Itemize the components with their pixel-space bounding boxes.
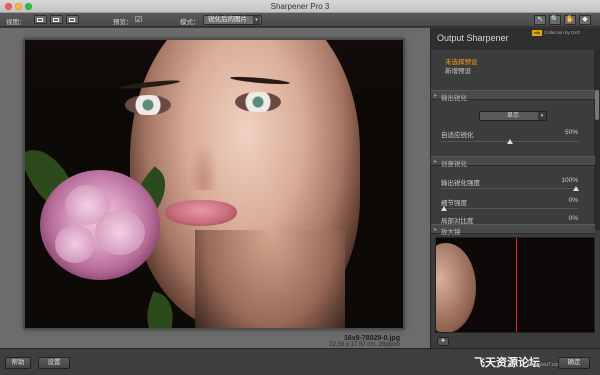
pin-icon: ✚ — [440, 338, 446, 344]
window-title: Sharpener Pro 3 — [270, 2, 330, 11]
collapse-triangle-icon: ▸ — [434, 93, 438, 99]
detail-strength-slider[interactable] — [441, 206, 579, 212]
section-output-sharpening[interactable]: ▸ 输出锐化 — [431, 90, 595, 102]
chevron-down-icon: ▾ — [538, 112, 546, 120]
watermark-url: feitianwu7.com — [528, 362, 562, 368]
ok-button[interactable]: 确定 — [558, 357, 590, 369]
section-output-label: 输出锐化 — [441, 95, 467, 102]
mode-select[interactable]: 锐化后的图片 ▾ — [203, 15, 262, 25]
mode-select-value: 锐化后的图片 — [208, 16, 247, 23]
detail-strength-value: 0% — [568, 197, 578, 204]
slider-handle[interactable] — [573, 186, 579, 191]
section-creative-sharpening[interactable]: ▸ 创意锐化 — [431, 156, 595, 168]
view-label: 视图： — [6, 19, 26, 26]
hand-tool-icon[interactable]: ✋ — [564, 15, 576, 25]
image-info: 16x9-78029-0.jpg 22.58 x 17.57 cm, 28ppc… — [329, 335, 400, 348]
view-single-button[interactable] — [34, 15, 47, 24]
panel-header: Output Sharpener nik Collection by DxO — [431, 28, 600, 50]
section-loupe[interactable]: ▸ 放大镜 — [431, 224, 595, 236]
pointer-tool-icon[interactable]: ↖ — [534, 15, 546, 25]
display-select-value: 显示 — [506, 113, 519, 119]
output-strength-slider[interactable] — [441, 186, 579, 192]
split-view-icon — [53, 18, 59, 22]
window-titlebar: Sharpener Pro 3 — [0, 0, 600, 13]
slider-handle[interactable] — [507, 139, 513, 144]
preset-new-link[interactable]: 新增预设 — [445, 65, 471, 75]
collection-label: Collection by DxO — [544, 30, 581, 35]
help-button[interactable]: 帮助 — [5, 357, 31, 369]
slider-handle[interactable] — [441, 206, 447, 211]
adaptive-sharpening-value: 50% — [564, 129, 578, 136]
preview-checkbox-icon[interactable]: ☑ — [135, 15, 144, 24]
panel-title: Output Sharpener — [437, 33, 509, 43]
panel-scrollbar[interactable] — [594, 50, 600, 230]
loupe-divider — [516, 238, 517, 332]
loupe-pin-button[interactable]: ✚ — [437, 337, 449, 346]
top-toolbar: 视图： 预览： ☑ 模式： 锐化后的图片 ▾ ↖ 🔍 ✋ ◆ — [0, 13, 600, 27]
section-creative-label: 创意锐化 — [441, 161, 467, 168]
scrollbar-thumb[interactable] — [595, 90, 599, 120]
settings-button[interactable]: 设置 — [38, 357, 70, 369]
mode-label: 模式： — [180, 19, 200, 26]
adaptive-sharpening-slider[interactable] — [441, 139, 579, 145]
local-contrast-value: 0% — [568, 215, 578, 222]
preview-image — [25, 40, 403, 328]
image-canvas[interactable]: 16x9-78029-0.jpg 22.58 x 17.57 cm, 28ppc… — [0, 28, 430, 348]
output-strength-value: 100% — [561, 177, 578, 184]
color-picker-tool-icon[interactable]: ◆ — [579, 15, 591, 25]
preview-label: 预览： — [113, 19, 133, 26]
view-split-button[interactable] — [50, 15, 63, 24]
bottom-bar: 帮助 设置 飞天资源论坛 feitianwu7.com 确定 — [0, 348, 600, 375]
image-filename: 16x9-78029-0.jpg — [343, 335, 400, 342]
view-side-by-side-button[interactable] — [66, 15, 79, 24]
section-loupe-label: 放大镜 — [441, 229, 461, 236]
side-by-side-icon — [69, 18, 75, 22]
display-select[interactable]: 显示 ▾ — [479, 111, 547, 121]
single-view-icon — [37, 18, 43, 22]
adaptive-sharpening-label: 自适应锐化 — [441, 132, 474, 139]
chevron-down-icon: ▾ — [253, 16, 260, 24]
nik-logo: nik — [532, 30, 542, 36]
settings-panel: Output Sharpener nik Collection by DxO 未… — [430, 28, 600, 348]
collapse-triangle-icon: ▸ — [434, 227, 438, 233]
loupe-preview[interactable] — [435, 237, 595, 333]
collapse-triangle-icon: ▸ — [434, 159, 438, 165]
zoom-tool-icon[interactable]: 🔍 — [549, 15, 561, 25]
